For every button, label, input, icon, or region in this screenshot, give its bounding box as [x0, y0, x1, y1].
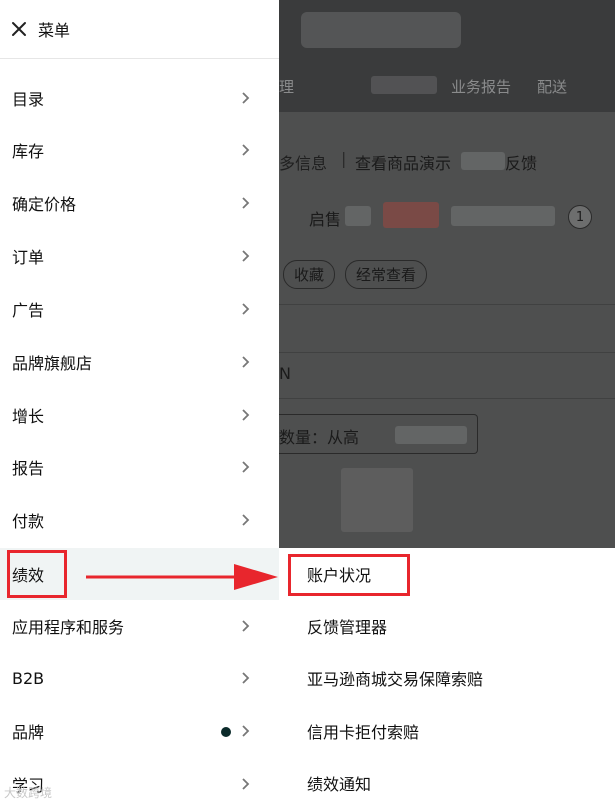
menu-item-inventory[interactable]: 库存 [0, 124, 279, 176]
bg-chip-favorites: 收藏 [283, 260, 336, 289]
bg-sort-label: 数量：从高 [279, 428, 360, 447]
menu-item-label: 广告 [12, 301, 45, 320]
submenu-item-a-to-z-claims[interactable]: 亚马逊商城交易保障索赔 [279, 652, 615, 704]
chevron-right-icon [242, 197, 250, 209]
close-icon[interactable] [10, 20, 28, 38]
chevron-right-icon [242, 461, 250, 473]
menu-item-label: 应用程序和服务 [12, 618, 125, 637]
menu-item-label: 付款 [12, 512, 45, 531]
chevron-right-icon [242, 778, 250, 790]
bg-link: 多信息 [279, 154, 328, 173]
menu-item-label: 库存 [12, 142, 45, 161]
blurred-text [461, 152, 505, 170]
menu-item-growth[interactable]: 增长 [0, 389, 279, 441]
menu-item-label: 报告 [12, 459, 45, 478]
menu-item-label: B2B [12, 668, 45, 688]
bg-notice-prefix: 启售 [309, 210, 342, 229]
background-top-bar: 理 业务报告 配送 [279, 0, 615, 112]
highlight-box-account-health [288, 554, 410, 596]
highlight-box-performance [7, 550, 67, 598]
blurred-logo [301, 12, 461, 48]
submenu-item-performance-notifications[interactable]: 绩效通知 [279, 757, 615, 809]
menu-item-advertising[interactable]: 广告 [0, 283, 279, 335]
bg-link: 反馈 [505, 154, 538, 173]
menu-item-reports[interactable]: 报告 [0, 441, 279, 493]
background-page-overlay: 理 业务报告 配送 多信息 | 查看商品演示 反馈 启售 1 收藏 经常查看 N… [279, 0, 615, 548]
chevron-right-icon [242, 92, 250, 104]
menu-item-label: 品牌 [12, 723, 45, 742]
chevron-right-icon [242, 250, 250, 262]
chevron-right-icon [242, 672, 250, 684]
bg-nav-item: 配送 [537, 78, 568, 96]
submenu-item-feedback-manager[interactable]: 反馈管理器 [279, 600, 615, 652]
bg-field-fragment: N [279, 364, 291, 383]
chevron-right-icon [242, 356, 250, 368]
menu-item-apps-services[interactable]: 应用程序和服务 [0, 600, 279, 652]
menu-item-label: 目录 [12, 90, 45, 109]
chevron-right-icon [242, 303, 250, 315]
menu-item-label: 订单 [12, 248, 45, 267]
bg-link: 查看商品演示 [355, 154, 452, 173]
menu-item-label: 确定价格 [12, 195, 77, 214]
menu-item-brand[interactable]: 品牌 [0, 705, 279, 757]
submenu-item-label: 亚马逊商城交易保障索赔 [307, 670, 484, 689]
menu-header: 菜单 [0, 0, 279, 59]
menu-item-orders[interactable]: 订单 [0, 230, 279, 282]
side-menu: 菜单 目录 库存 确定价格 订单 广告 品牌旗舰店 增长 报告 付款 绩效 应用… [0, 0, 279, 804]
blurred-thumbnail [383, 202, 439, 228]
chevron-right-icon [242, 409, 250, 421]
chevron-right-icon [242, 514, 250, 526]
chevron-right-icon [242, 725, 250, 737]
bg-nav-item: 理 [279, 78, 295, 96]
menu-title: 菜单 [38, 21, 71, 40]
submenu-item-label: 绩效通知 [307, 775, 372, 794]
menu-item-label: 品牌旗舰店 [12, 354, 93, 373]
menu-item-label: 增长 [12, 407, 45, 426]
menu-item-payments[interactable]: 付款 [0, 494, 279, 546]
chevron-right-icon [242, 620, 250, 632]
submenu-item-label: 反馈管理器 [307, 618, 388, 637]
submenu-item-chargeback-claims[interactable]: 信用卡拒付索赔 [279, 705, 615, 757]
annotation-arrow-icon [86, 564, 278, 590]
menu-item-brand-store[interactable]: 品牌旗舰店 [0, 336, 279, 388]
bg-chip-frequent: 经常查看 [345, 260, 428, 289]
menu-item-catalog[interactable]: 目录 [0, 72, 279, 124]
menu-item-b2b[interactable]: B2B [0, 652, 279, 704]
submenu-item-label: 信用卡拒付索赔 [307, 723, 420, 742]
chevron-right-icon [242, 144, 250, 156]
notice-count-badge: 1 [568, 205, 592, 229]
blurred-nav-item [371, 76, 437, 94]
blurred-block [341, 468, 413, 532]
bg-nav-item: 业务报告 [451, 78, 512, 96]
watermark: 大数跨境 [4, 786, 53, 800]
notification-dot [221, 727, 231, 737]
menu-item-pricing[interactable]: 确定价格 [0, 177, 279, 229]
